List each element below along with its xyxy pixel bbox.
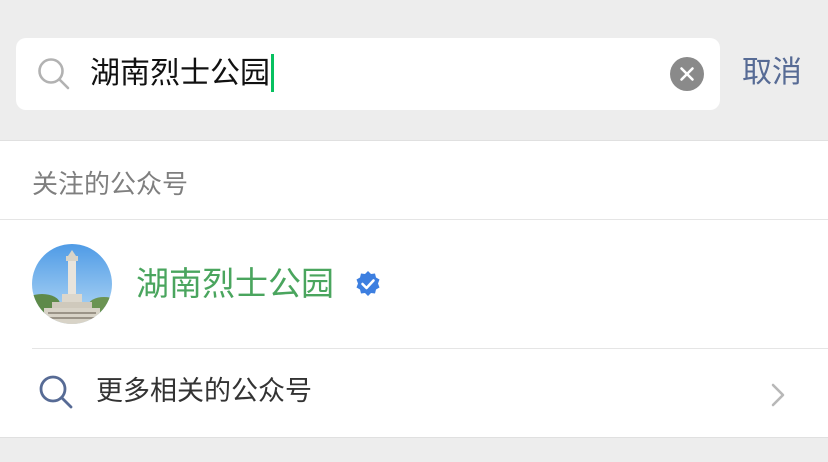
search-icon xyxy=(39,375,73,409)
results-panel: 关注的公众号 湖南烈士公园 更多相关的公众号 xyxy=(0,140,828,438)
account-result-row[interactable]: 湖南烈士公园 xyxy=(0,220,828,348)
search-input[interactable]: 湖南烈士公园 xyxy=(90,53,274,95)
more-accounts-label: 更多相关的公众号 xyxy=(96,376,312,407)
cancel-button[interactable]: 取消 xyxy=(742,52,802,94)
monument-avatar-image xyxy=(32,244,112,324)
text-caret xyxy=(271,53,274,92)
search-query-text: 湖南烈士公园 xyxy=(90,56,270,91)
section-header: 关注的公众号 xyxy=(32,170,189,200)
verified-icon xyxy=(356,271,380,296)
clear-icon[interactable] xyxy=(670,57,704,91)
more-accounts-row[interactable]: 更多相关的公众号 xyxy=(0,349,828,437)
chevron-right-icon xyxy=(771,383,785,407)
account-name: 湖南烈士公园 xyxy=(136,264,334,303)
avatar xyxy=(32,244,112,324)
search-icon xyxy=(38,58,70,90)
search-box[interactable]: 湖南烈士公园 xyxy=(16,38,720,110)
search-bar-area: 湖南烈士公园 取消 xyxy=(0,0,828,140)
